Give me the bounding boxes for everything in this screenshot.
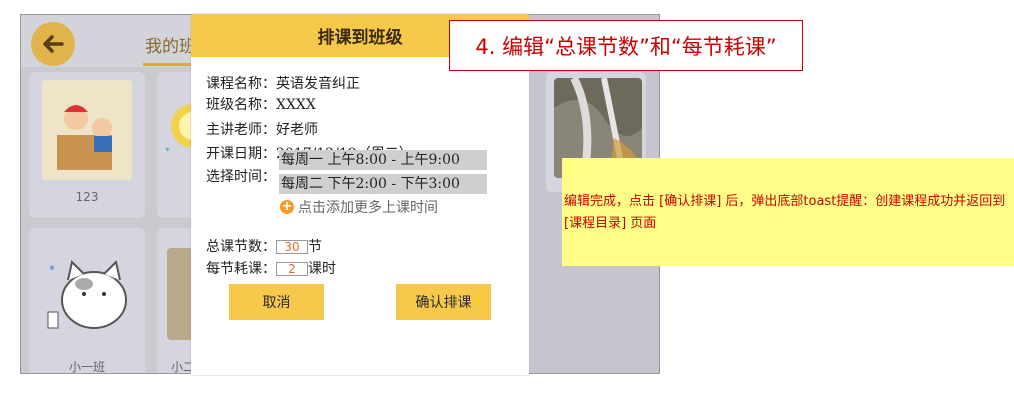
total-lessons-label: 总课节数： — [206, 239, 276, 255]
teacher-row: 主讲老师：好老师 — [206, 119, 318, 139]
class-card[interactable]: 小一班 — [29, 228, 145, 374]
course-name-label: 课程名称： — [206, 76, 276, 92]
course-name-value: 英语发音纠正 — [276, 76, 360, 92]
plus-circle-icon: + — [280, 199, 294, 214]
per-lesson-unit: 课时 — [308, 261, 336, 277]
per-lesson-input[interactable]: 2 — [276, 262, 308, 276]
class-card[interactable]: 123 — [29, 72, 145, 218]
class-name-value: XXXX — [276, 97, 316, 113]
add-time-label: 点击添加更多上课时间 — [298, 200, 438, 216]
total-lessons-input[interactable]: 30 — [276, 240, 308, 254]
class-thumbnail — [167, 248, 193, 340]
select-time-label: 选择时间： — [206, 169, 276, 185]
total-lessons-row: 总课节数： 30 节 — [206, 236, 322, 256]
class-card-caption: 123 — [75, 190, 99, 204]
total-lessons-unit: 节 — [308, 239, 322, 255]
teacher-label: 主讲老师： — [206, 122, 276, 138]
time-slot[interactable]: 每周一 上午8:00 - 上午9:00 — [279, 150, 487, 170]
class-name-row: 班级名称：XXXX — [206, 94, 316, 114]
step-annotation: 4. 编辑“总课节数”和“每节耗课” — [449, 20, 803, 71]
back-button[interactable] — [31, 22, 75, 66]
start-date-label: 开课日期： — [206, 146, 276, 162]
class-thumbnail: * — [163, 96, 193, 156]
per-lesson-label: 每节耗课： — [206, 261, 276, 277]
add-time-button[interactable]: + 点击添加更多上课时间 — [280, 197, 438, 217]
note-annotation: 编辑完成，点击 [确认排课] 后，弹出底部toast提醒：创建课程成功并返回到 … — [562, 158, 1014, 266]
page-title: 我的班 — [145, 37, 196, 57]
cancel-button[interactable]: 取消 — [229, 284, 324, 320]
time-slot[interactable]: 每周二 下午2:00 - 下午3:00 — [279, 174, 487, 194]
class-card-caption: 小一班 — [68, 360, 105, 374]
svg-text:*: * — [165, 146, 170, 156]
class-name-label: 班级名称： — [206, 97, 276, 113]
per-lesson-row: 每节耗课： 2 课时 — [206, 258, 336, 278]
class-thumbnail — [42, 248, 132, 340]
class-thumbnail — [42, 80, 132, 180]
arrow-left-icon — [43, 35, 64, 53]
confirm-schedule-button[interactable]: 确认排课 — [396, 284, 491, 320]
course-name-row: 课程名称：英语发音纠正 — [206, 73, 360, 93]
active-tab-indicator — [143, 63, 193, 66]
teacher-value: 好老师 — [276, 122, 318, 138]
